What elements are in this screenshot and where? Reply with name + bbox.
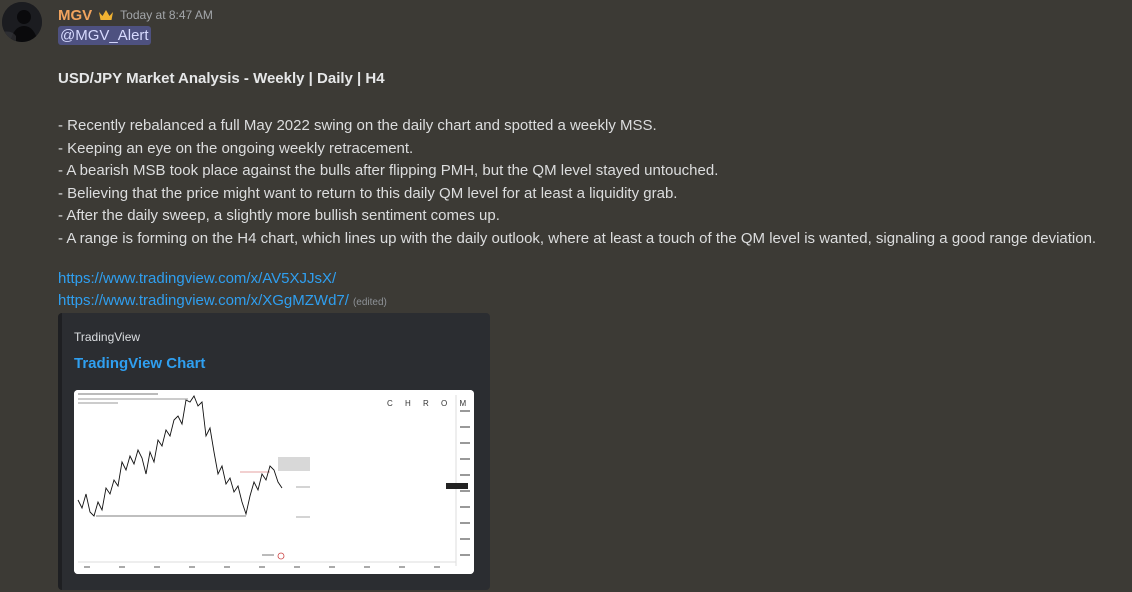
avatar[interactable] bbox=[2, 2, 42, 42]
message-title: USD/JPY Market Analysis - Weekly | Daily… bbox=[58, 70, 385, 87]
edited-label: (edited) bbox=[352, 297, 387, 308]
timestamp: Today at 8:47 AM bbox=[120, 8, 213, 22]
role-mention[interactable]: @MGV_Alert bbox=[58, 26, 151, 45]
bullet-line: - A range is forming on the H4 chart, wh… bbox=[58, 229, 1097, 247]
tradingview-link-1[interactable]: https://www.tradingview.com/x/AV5XJJsX/ bbox=[58, 270, 336, 287]
username[interactable]: MGV bbox=[58, 7, 92, 24]
link-embed: TradingView TradingView Chart C H R O M … bbox=[58, 313, 490, 590]
chat-message: MGV Today at 8:47 AM @MGV_Alert USD/JPY … bbox=[0, 0, 1132, 592]
chart-watermark: C H R O M A bbox=[387, 399, 474, 408]
bullet-line: - Keeping an eye on the ongoing weekly r… bbox=[58, 139, 414, 157]
bullet-line: - Believing that the price might want to… bbox=[58, 184, 678, 202]
embed-chart-image[interactable]: C H R O M A bbox=[74, 390, 474, 574]
message-header: MGV Today at 8:47 AM bbox=[58, 6, 213, 24]
bullet-line: - A bearish MSB took place against the b… bbox=[58, 162, 719, 179]
tradingview-link-2[interactable]: https://www.tradingview.com/x/XGgMZWd7/ bbox=[58, 292, 349, 309]
bullet-line: - After the daily sweep, a slightly more… bbox=[58, 207, 500, 224]
crown-icon bbox=[99, 10, 114, 20]
embed-title-link[interactable]: TradingView Chart bbox=[74, 355, 205, 372]
embed-provider: TradingView bbox=[74, 330, 141, 344]
bullet-line: - Recently rebalanced a full May 2022 sw… bbox=[58, 117, 657, 134]
message-links: https://www.tradingview.com/x/AV5XJJsX/ … bbox=[58, 268, 387, 314]
message-body: - Recently rebalanced a full May 2022 sw… bbox=[58, 115, 1096, 250]
